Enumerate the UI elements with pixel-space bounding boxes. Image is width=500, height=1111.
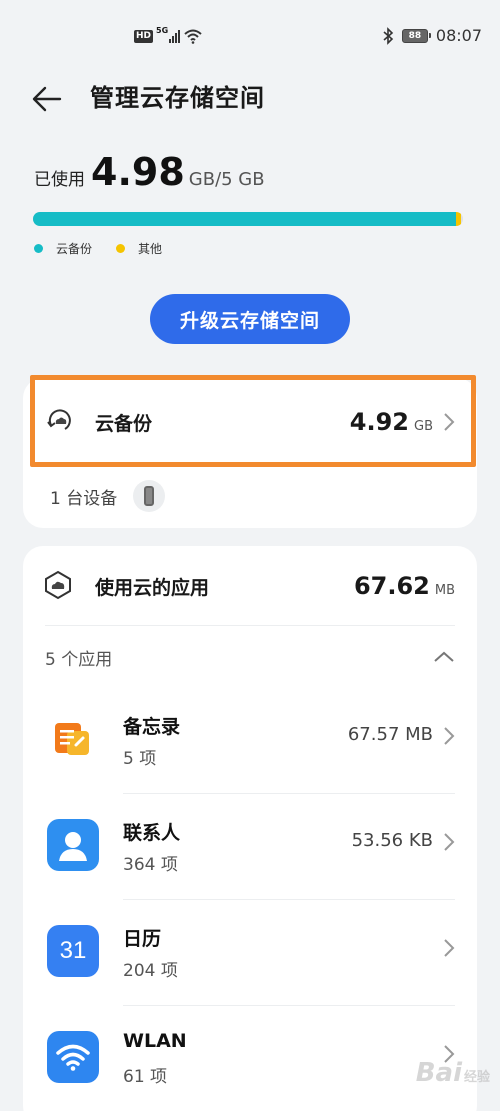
status-left: HD 5G <box>134 25 203 44</box>
apps-using-cloud-header: 使用云的应用 67.62 MB <box>23 546 477 626</box>
storage-usage-bar <box>33 212 463 226</box>
app-name: 日历 <box>123 928 162 950</box>
legend-label-other: 其他 <box>138 242 163 256</box>
cloud-backup-title: 云备份 <box>95 412 153 435</box>
hd-badge: HD <box>134 29 154 43</box>
calendar-icon: 31 <box>47 925 99 977</box>
app-item-count: 204 项 <box>123 961 178 981</box>
apps-count-text: 5 个应用 <box>45 649 113 670</box>
network-type: 5G <box>156 25 169 35</box>
usage-legend: 云备份 其他 <box>34 240 186 257</box>
used-value: 4.98 <box>91 150 185 194</box>
cloud-backup-size-unit: GB <box>414 419 433 434</box>
used-total: GB/5 GB <box>188 169 265 190</box>
app-size: 67.57 MB <box>347 724 433 745</box>
app-item-count: 5 项 <box>123 749 157 769</box>
usage-summary: 已使用 4.98 GB/5 GB <box>34 150 265 194</box>
back-arrow-icon <box>32 86 62 112</box>
watermark: Bai 经验 <box>416 1058 490 1088</box>
notepad-icon <box>47 713 99 765</box>
legend-label-backup: 云备份 <box>56 242 93 256</box>
phone-icon <box>133 480 166 512</box>
upgrade-storage-button[interactable]: 升级云存储空间 <box>150 294 350 344</box>
app-name: 备忘录 <box>123 716 181 738</box>
apps-count-toggle[interactable]: 5 个应用 <box>45 642 455 672</box>
watermark-suffix: 经验 <box>463 1070 490 1085</box>
bluetooth-icon <box>383 26 394 45</box>
header: 管理云存储空间 <box>0 74 500 122</box>
backup-card: 云备份 4.92 GB 1 台设备 <box>23 378 477 528</box>
app-row-contacts[interactable]: 联系人 364 项 53.56 KB <box>23 794 477 900</box>
watermark-text: Bai <box>415 1058 462 1088</box>
app-item-count: 364 项 <box>123 855 178 875</box>
chevron-up-icon <box>434 651 454 662</box>
chevron-right-icon <box>444 413 455 431</box>
cloud-backup-size: 4.92 GB <box>350 408 433 436</box>
calendar-icon-day: 31 <box>59 937 87 964</box>
app-row-notepad[interactable]: 备忘录 5 项 67.57 MB <box>23 688 477 794</box>
apps-using-cloud-title: 使用云的应用 <box>95 576 210 599</box>
divider <box>45 625 455 626</box>
app-row-wlan[interactable]: WLAN 61 项 <box>23 1006 477 1111</box>
apps-total-size: 67.62 MB <box>354 572 455 600</box>
device-count: 1 台设备 <box>50 488 118 509</box>
cloud-backup-row[interactable]: 云备份 4.92 GB <box>23 378 477 466</box>
app-name: WLAN <box>123 1030 187 1052</box>
legend-item-other: 其他 <box>116 240 162 257</box>
apps-total-size-value: 67.62 <box>353 572 430 600</box>
legend-dot-other <box>116 244 126 253</box>
signal-icon <box>169 29 181 43</box>
status-bar: HD 5G 88 08:07 <box>0 0 500 70</box>
app-size: 53.56 KB <box>351 830 433 851</box>
wifi-status-icon <box>184 29 202 44</box>
legend-dot-backup <box>34 244 43 253</box>
usage-bar-other-segment <box>456 212 462 226</box>
clock: 08:07 <box>435 26 482 45</box>
cloud-backup-size-value: 4.92 <box>349 408 409 436</box>
app-row-calendar[interactable]: 31 日历 204 项 <box>23 900 477 1006</box>
chevron-right-icon <box>444 727 455 745</box>
cloud-backup-icon <box>47 409 71 430</box>
battery-icon: 88 <box>401 28 431 43</box>
contacts-icon <box>47 819 99 871</box>
chevron-right-icon <box>444 939 455 957</box>
page-title: 管理云存储空间 <box>90 84 265 112</box>
back-button[interactable] <box>30 80 70 116</box>
apps-total-size-unit: MB <box>434 583 455 598</box>
used-label: 已使用 <box>34 170 85 190</box>
status-right: 88 08:07 <box>382 26 482 45</box>
apps-card: 使用云的应用 67.62 MB 5 个应用 备忘录 5 项 67.57 MB 联… <box>23 546 477 1111</box>
chevron-right-icon <box>444 833 455 851</box>
app-item-count: 61 项 <box>123 1067 168 1087</box>
device-info: 1 台设备 <box>50 480 166 512</box>
usage-bar-backup-segment <box>33 212 457 226</box>
wifi-icon <box>47 1031 99 1083</box>
app-name: 联系人 <box>123 822 181 844</box>
cloud-apps-icon <box>45 570 71 600</box>
legend-item-backup: 云备份 <box>34 240 92 257</box>
